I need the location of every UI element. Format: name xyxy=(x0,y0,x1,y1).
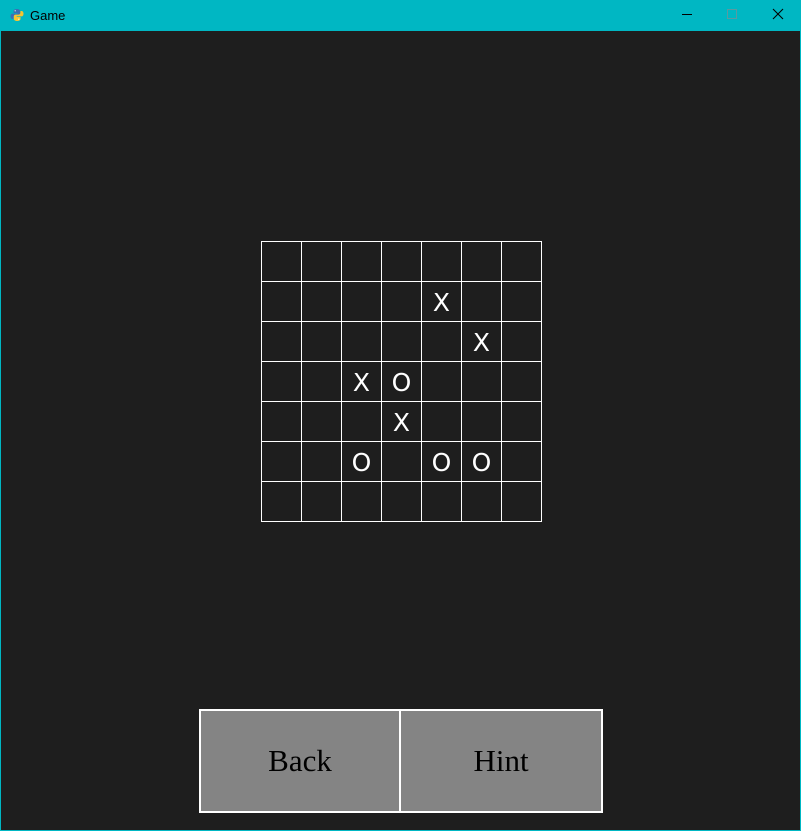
board-cell-r4-c0[interactable] xyxy=(262,402,302,442)
hint-button[interactable]: Hint xyxy=(399,709,603,813)
game-board: XXXOXOOO xyxy=(261,241,542,522)
board-cell-r0-c3[interactable] xyxy=(382,242,422,282)
board-cell-r4-c1[interactable] xyxy=(302,402,342,442)
board-cell-r3-c0[interactable] xyxy=(262,362,302,402)
board-cell-r1-c2[interactable] xyxy=(342,282,382,322)
board-cell-r4-c5[interactable] xyxy=(462,402,502,442)
python-snake-icon xyxy=(10,8,24,22)
board-cell-r1-c4[interactable]: X xyxy=(422,282,462,322)
maximize-button[interactable] xyxy=(709,0,755,31)
board-cell-r1-c1[interactable] xyxy=(302,282,342,322)
board-cell-r2-c2[interactable] xyxy=(342,322,382,362)
board-cell-r2-c6[interactable] xyxy=(502,322,542,362)
board-cell-r5-c2[interactable]: O xyxy=(342,442,382,482)
board-cell-r2-c5[interactable]: X xyxy=(462,322,502,362)
window-title: Game xyxy=(30,8,66,23)
board-cell-r5-c3[interactable] xyxy=(382,442,422,482)
board-cell-r3-c5[interactable] xyxy=(462,362,502,402)
board-cell-r1-c3[interactable] xyxy=(382,282,422,322)
title-bar[interactable]: Game xyxy=(1,0,800,31)
close-icon xyxy=(772,7,784,25)
maximize-icon xyxy=(726,7,738,25)
board-cell-r4-c2[interactable] xyxy=(342,402,382,442)
board-cell-r0-c0[interactable] xyxy=(262,242,302,282)
board-cell-r4-c6[interactable] xyxy=(502,402,542,442)
board-cell-r3-c3[interactable]: O xyxy=(382,362,422,402)
board-cell-r5-c1[interactable] xyxy=(302,442,342,482)
board-cell-r6-c6[interactable] xyxy=(502,482,542,522)
board-cell-r3-c2[interactable]: X xyxy=(342,362,382,402)
hint-button-label: Hint xyxy=(473,743,529,778)
board-cell-r3-c4[interactable] xyxy=(422,362,462,402)
back-button-label: Back xyxy=(268,743,332,778)
back-button[interactable]: Back xyxy=(199,709,401,813)
board-cell-r5-c6[interactable] xyxy=(502,442,542,482)
board-cell-r2-c0[interactable] xyxy=(262,322,302,362)
board-cell-r6-c1[interactable] xyxy=(302,482,342,522)
board-cell-r5-c0[interactable] xyxy=(262,442,302,482)
close-button[interactable] xyxy=(755,0,800,31)
board-cell-r5-c5[interactable]: O xyxy=(462,442,502,482)
board-cell-r6-c3[interactable] xyxy=(382,482,422,522)
board-cell-r0-c6[interactable] xyxy=(502,242,542,282)
board-cell-r0-c4[interactable] xyxy=(422,242,462,282)
minimize-button[interactable] xyxy=(664,0,710,31)
board-cell-r4-c4[interactable] xyxy=(422,402,462,442)
game-window: Game XXXOXOOO Back Hint xyxy=(0,0,801,831)
board-cell-r1-c0[interactable] xyxy=(262,282,302,322)
board-cell-r1-c5[interactable] xyxy=(462,282,502,322)
board-cell-r1-c6[interactable] xyxy=(502,282,542,322)
board-cell-r6-c2[interactable] xyxy=(342,482,382,522)
board-cell-r3-c1[interactable] xyxy=(302,362,342,402)
board-cell-r2-c3[interactable] xyxy=(382,322,422,362)
board-cell-r3-c6[interactable] xyxy=(502,362,542,402)
board-cell-r0-c1[interactable] xyxy=(302,242,342,282)
board-cell-r2-c1[interactable] xyxy=(302,322,342,362)
minimize-icon xyxy=(681,7,693,25)
board-cell-r6-c4[interactable] xyxy=(422,482,462,522)
board-cell-r0-c5[interactable] xyxy=(462,242,502,282)
board-cell-r0-c2[interactable] xyxy=(342,242,382,282)
board-cell-r4-c3[interactable]: X xyxy=(382,402,422,442)
board-cell-r6-c0[interactable] xyxy=(262,482,302,522)
board-cell-r2-c4[interactable] xyxy=(422,322,462,362)
board-cell-r5-c4[interactable]: O xyxy=(422,442,462,482)
board-cell-r6-c5[interactable] xyxy=(462,482,502,522)
